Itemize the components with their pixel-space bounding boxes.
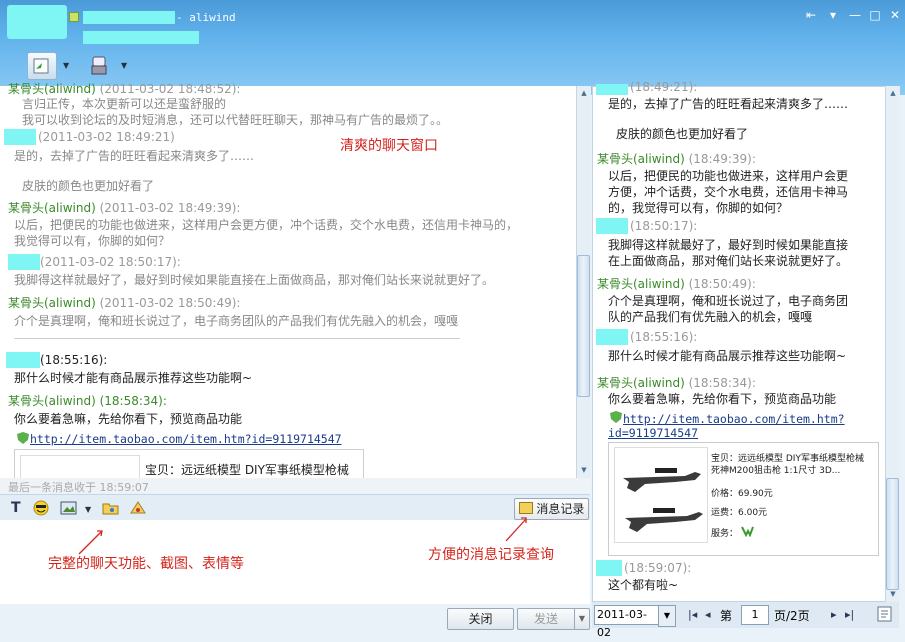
message-text: 以后，把便民的功能也做进来，这样用户会更方便，冲个话费，交个水电费，还信用卡神马… [608,169,849,215]
close-window-button[interactable]: ✕ [884,6,905,24]
message-time: (18:50:17): [630,219,698,233]
message-time: (18:59:07): [624,561,692,575]
service-badge-icon [740,522,754,541]
status-icon [69,12,79,22]
shake-icon[interactable] [128,500,148,520]
scroll-thumb[interactable] [577,255,590,397]
send-file-icon [33,58,49,74]
page-number-input[interactable]: 1 [741,605,769,625]
date-picker[interactable]: 2011-03-02 [594,605,660,639]
scroll-down-icon[interactable]: ▼ [577,466,591,474]
item-link[interactable]: http://item.taobao.com/item.htm?id=91197… [608,412,845,440]
back-icon[interactable]: ⇤ [800,6,822,24]
message-history-label: 消息记录 [536,502,585,516]
history-scroll-thumb[interactable] [886,478,899,590]
history-icon [518,502,533,514]
message-text: 我脚得这样就最好了，最好到时候如果能直接在上面做商品，那对俺们站长来说就更好了。 [14,273,495,287]
sender-name-masked [596,84,628,95]
send-file-button[interactable] [27,52,57,80]
first-page-icon[interactable]: |◂ [688,608,697,621]
annotation-arrow [78,530,103,555]
sender-name-masked [6,352,40,368]
message-time: (2011-03-02 18:50:17): [40,255,181,269]
screenshot-caret-icon[interactable]: ▼ [85,505,91,514]
contact-name-masked [83,11,175,24]
message-text: 以后，把便民的功能也做进来，这样用户会更方便，冲个话费，交个水电费，还信用卡神马… [14,218,519,248]
message-text: 我脚得这样就最好了，最好到时候如果能直接在上面做商品，那对俺们站长来说就更好了。 [608,238,849,268]
page-total: 页/2页 [774,609,810,623]
history-settings-icon[interactable] [876,605,894,627]
message-text: 那什么时候才能有商品展示推荐这些功能啊~ [14,371,253,385]
font-icon[interactable]: T [11,500,21,516]
message-text: 言归正传，本次更新可以还是蛮舒服的 我可以收到论坛的及时短消息，还可以代替旺旺聊天… [22,97,449,127]
product-shipping: 运费：6.00元 [711,508,768,518]
signature-masked [83,31,199,44]
scroll-up-icon[interactable]: ▲ [577,89,591,97]
minimize-button[interactable]: — [844,6,866,24]
date-picker-dropdown-icon[interactable]: ▼ [658,605,676,627]
item-link[interactable]: http://item.taobao.com/item.htm?id=91197… [30,432,342,446]
sender-name-masked [8,254,40,270]
tools-caret-icon[interactable]: ▼ [121,61,127,70]
next-page-icon[interactable]: ▸ [831,608,837,621]
screenshot-icon[interactable] [60,500,78,520]
annotation-history: 方便的消息记录查询 [428,547,554,563]
send-file-caret-icon[interactable]: ▼ [63,61,69,70]
sender-name: 某骨头(aliwind) (2011-03-02 18:48:52): [8,82,241,96]
product-title: 宝贝：远远纸模型 DIY军事纸模型枪械 死神M200狙击枪 1:1尺寸 3D... [711,454,864,476]
rifle-image [623,468,703,532]
message-text: 这个都有啦~ [608,578,679,592]
product-title: 宝贝：远远纸模型 DIY军事纸模型枪械 [145,463,349,477]
window-title: - aliwind [176,11,236,24]
sender-name-masked [596,560,622,576]
annotation-chat-window: 清爽的聊天窗口 [340,138,438,154]
message-text: 你么要着急嘛，先给你看下，预览商品功能 [14,412,243,426]
message-time: (18:55:16): [630,330,698,344]
last-page-icon[interactable]: ▸| [845,608,854,621]
avatar[interactable] [7,5,67,39]
close-button[interactable]: 关闭 [447,608,514,630]
send-image-icon[interactable] [102,500,120,520]
message-text: 介个是真理啊，俺和班长说过了，电子商务团队的产品我们有优先融入的机会，嘎嘎 [14,314,459,328]
sender-name: 某骨头(aliwind) (18:58:34): [8,394,167,408]
sender-name: 某骨头(aliwind) (18:58:34): [597,376,756,390]
tools-button[interactable] [87,53,113,79]
sender-name: 某骨头(aliwind) (18:50:49): [597,277,756,291]
message-text: 介个是真理啊，俺和班长说过了，电子商务团队的产品我们有优先融入的机会，嘎嘎 [608,294,849,324]
emoticon-icon[interactable] [32,499,50,521]
message-time: (2011-03-02 18:49:21) [38,130,175,144]
message-text: 是的，去掉了广告的旺旺看起来清爽多了…… 皮肤的颜色也更加好看了 [608,97,849,141]
message-text: 那什么时候才能有商品展示推荐这些功能啊~ [608,349,847,363]
product-price: 价格：69.90元 [711,489,773,499]
history-divider [14,338,460,339]
product-image[interactable] [614,447,708,543]
message-text: 是的，去掉了广告的旺旺看起来清爽多了…… 皮肤的颜色也更加好看了 [14,149,255,193]
product-service: 服务： [711,529,739,539]
verified-link-icon [16,430,30,449]
sender-name: 某骨头(aliwind) (2011-03-02 18:49:39): [8,201,241,215]
sender-name-masked [596,218,628,234]
annotation-features: 完整的聊天功能、截图、表情等 [48,556,244,572]
prev-page-icon[interactable]: ◂ [705,608,711,621]
last-message-time: 最后一条消息收于 18:59:07 [8,481,149,494]
sender-name-masked [596,329,628,345]
send-options-icon[interactable]: ▼ [574,608,590,630]
message-time: (18:49:21): [630,80,698,94]
sender-name: 某骨头(aliwind) (2011-03-02 18:50:49): [8,296,241,310]
message-time: (18:55:16): [40,353,108,367]
message-text: 你么要着急嘛，先给你看下，预览商品功能 [608,392,837,406]
sender-name-masked [4,129,36,145]
sender-name: 某骨头(aliwind) (18:49:39): [597,152,756,166]
product-image[interactable] [20,455,140,480]
page-prefix: 第 [720,609,733,623]
options-icon[interactable]: ▾ [822,6,844,24]
history-scroll-down-icon[interactable]: ▼ [886,590,900,598]
maximize-button[interactable]: □ [864,6,886,24]
send-button[interactable]: 发送 [517,608,575,630]
tools-icon [91,56,107,75]
history-scroll-up-icon[interactable]: ▲ [886,89,900,97]
annotation-arrow [505,517,527,542]
